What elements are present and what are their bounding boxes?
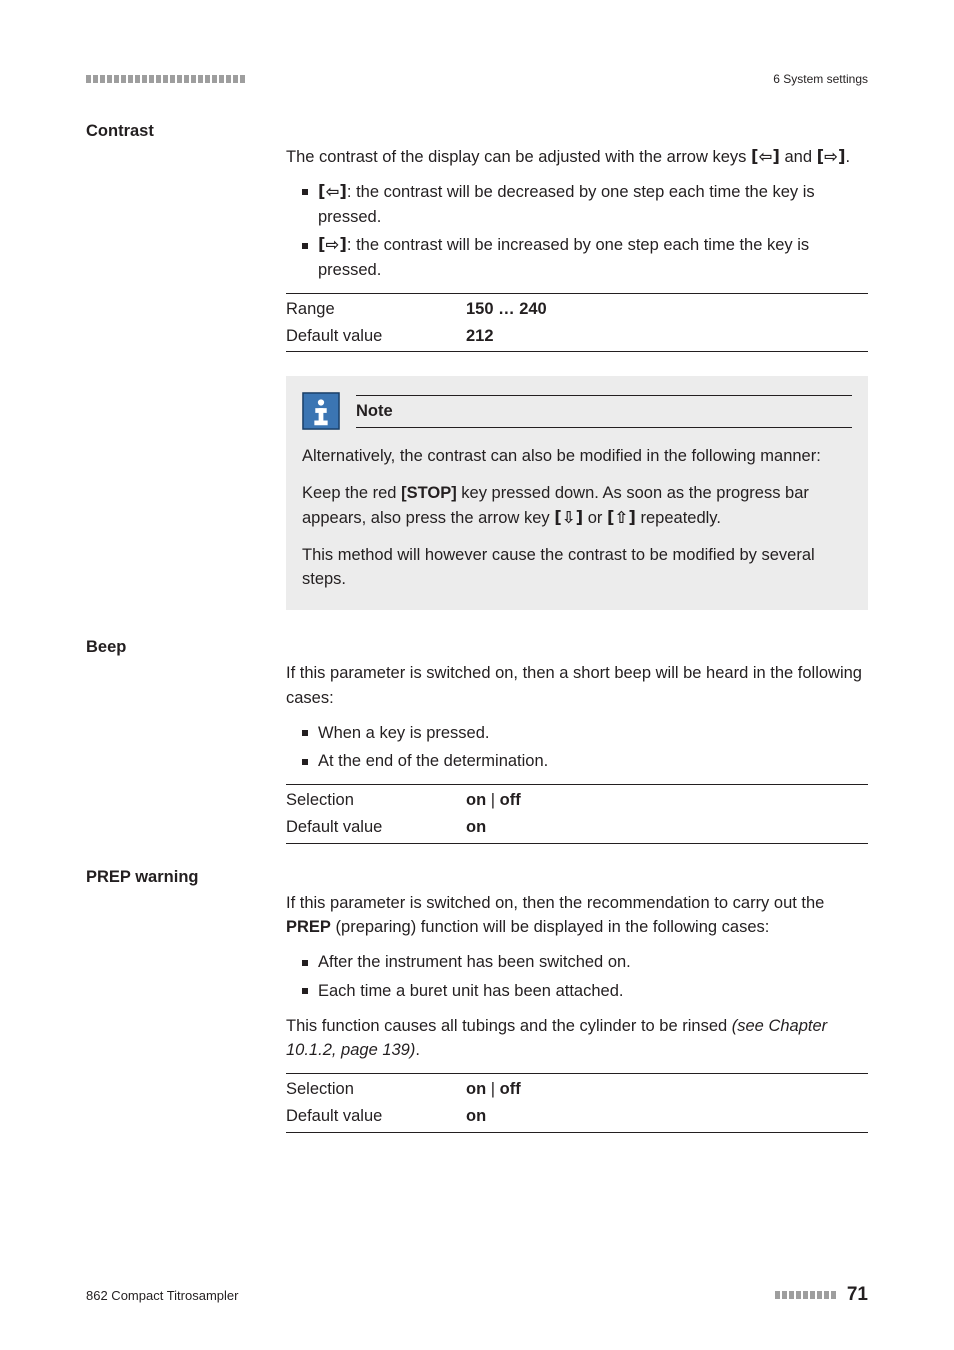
product-name: 862 Compact Titrosampler xyxy=(86,1288,238,1303)
list-item: Each time a buret unit has been attached… xyxy=(302,979,868,1004)
beep-intro: If this parameter is switched on, then a… xyxy=(286,661,868,711)
default-label: Default value xyxy=(286,323,466,352)
page-header: 6 System settings xyxy=(86,72,868,86)
arrow-left-key: [⇦] xyxy=(751,147,780,166)
info-icon xyxy=(302,392,340,430)
option-on: on xyxy=(466,791,486,809)
arrow-right-key: [⇨] xyxy=(318,235,347,254)
contrast-params: Range 150 … 240 Default value 212 xyxy=(286,293,868,353)
beep-list: When a key is pressed. At the end of the… xyxy=(286,721,868,775)
default-label: Default value xyxy=(286,1103,466,1132)
section-heading-beep: Beep xyxy=(86,638,868,657)
contrast-intro: The contrast of the display can be adjus… xyxy=(286,145,868,170)
prep-keyword: PREP xyxy=(286,918,331,936)
stop-key: [STOP] xyxy=(401,484,457,502)
arrow-down-key: [⇩] xyxy=(554,508,583,527)
selection-label: Selection xyxy=(286,1074,466,1103)
option-off: off xyxy=(500,791,521,809)
section-heading-contrast: Contrast xyxy=(86,122,868,141)
list-item: [⇨]: the contrast will be increased by o… xyxy=(302,233,868,283)
arrow-up-key: [⇧] xyxy=(607,508,636,527)
note-paragraph: Keep the red [STOP] key pressed down. As… xyxy=(302,481,852,531)
list-item: [⇦]: the contrast will be decreased by o… xyxy=(302,180,868,230)
range-label: Range xyxy=(286,293,466,322)
default-value: on xyxy=(466,1107,486,1125)
range-value: 150 … 240 xyxy=(466,300,547,318)
prep-rinse: This function causes all tubings and the… xyxy=(286,1014,868,1064)
chapter-title: 6 System settings xyxy=(773,72,868,86)
default-label: Default value xyxy=(286,814,466,843)
default-value: on xyxy=(466,818,486,836)
beep-params: Selection on | off Default value on xyxy=(286,784,868,844)
prep-list: After the instrument has been switched o… xyxy=(286,950,868,1004)
selection-label: Selection xyxy=(286,785,466,814)
footer-decor xyxy=(775,1291,837,1299)
list-item: At the end of the determination. xyxy=(302,749,868,774)
prep-body: If this parameter is switched on, then t… xyxy=(286,891,868,1133)
contrast-body: The contrast of the display can be adjus… xyxy=(286,145,868,610)
contrast-list: [⇦]: the contrast will be decreased by o… xyxy=(286,180,868,283)
arrow-left-key: [⇦] xyxy=(318,182,347,201)
list-item: When a key is pressed. xyxy=(302,721,868,746)
header-decor-left xyxy=(86,75,246,83)
arrow-right-key: [⇨] xyxy=(817,147,846,166)
section-heading-prep: PREP warning xyxy=(86,868,868,887)
default-value: 212 xyxy=(466,327,494,345)
note-paragraph: Alternatively, the contrast can also be … xyxy=(302,444,852,469)
note-title: Note xyxy=(356,402,393,420)
prep-intro: If this parameter is switched on, then t… xyxy=(286,891,868,941)
prep-params: Selection on | off Default value on xyxy=(286,1073,868,1133)
list-item: After the instrument has been switched o… xyxy=(302,950,868,975)
option-off: off xyxy=(500,1080,521,1098)
page-number: 71 xyxy=(847,1284,868,1306)
note-paragraph: This method will however cause the contr… xyxy=(302,543,852,593)
note-box: Note Alternatively, the contrast can als… xyxy=(286,376,868,610)
page-footer: 862 Compact Titrosampler 71 xyxy=(86,1284,868,1306)
beep-body: If this parameter is switched on, then a… xyxy=(286,661,868,844)
option-on: on xyxy=(466,1080,486,1098)
